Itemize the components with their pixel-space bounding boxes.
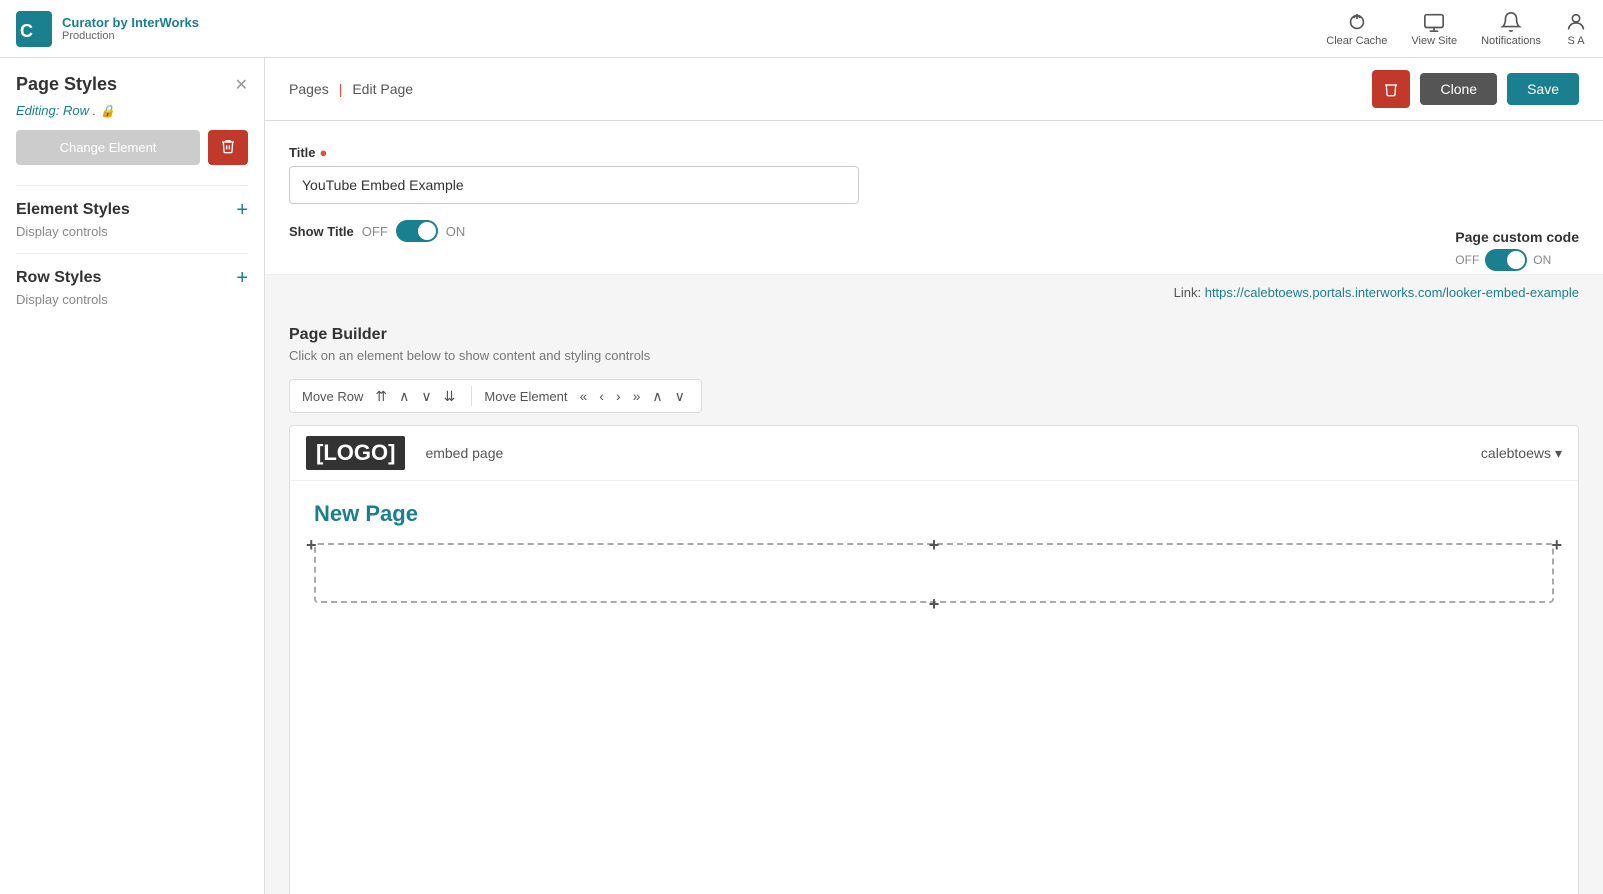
view-site-button[interactable]: View Site bbox=[1411, 11, 1457, 47]
page-link-row: Link: https://calebtoews.portals.interwo… bbox=[265, 275, 1603, 310]
custom-code-toggle[interactable] bbox=[1485, 249, 1527, 271]
title-row: Title ● bbox=[289, 145, 1579, 204]
element-styles-section: Element Styles + Display controls bbox=[16, 185, 248, 239]
sidebar-delete-button[interactable] bbox=[208, 130, 248, 165]
toolbar-separator bbox=[471, 386, 472, 406]
plus-top-left[interactable]: + bbox=[306, 535, 317, 556]
show-title-toggle[interactable] bbox=[396, 220, 438, 242]
curator-logo-icon: C bbox=[16, 11, 52, 47]
row-styles-section: Row Styles + Display controls bbox=[16, 253, 248, 307]
logo-area: C Curator by InterWorks Production bbox=[16, 11, 199, 47]
plus-bottom-middle[interactable]: + bbox=[929, 594, 940, 615]
move-element-label: Move Element bbox=[484, 389, 567, 404]
preview-area: [LOGO] embed page calebtoews ▾ New Page … bbox=[289, 425, 1579, 894]
custom-code-toggle-row: OFF ON bbox=[1455, 249, 1579, 271]
preview-logo: [LOGO] bbox=[306, 436, 405, 470]
delete-page-icon bbox=[1383, 81, 1399, 97]
sidebar: Page Styles ✕ Editing: Row . 🔒 Change El… bbox=[0, 58, 265, 894]
user-button[interactable]: S A bbox=[1565, 11, 1587, 47]
show-title-row: Show Title OFF ON bbox=[289, 220, 1579, 242]
toggle-off-label: OFF bbox=[362, 224, 388, 239]
sidebar-title: Page Styles bbox=[16, 74, 117, 95]
clear-cache-button[interactable]: Clear Cache bbox=[1326, 11, 1387, 47]
title-label: Title ● bbox=[289, 145, 1579, 160]
edit-page-header: Pages | Edit Page Clone Save bbox=[265, 58, 1603, 121]
editing-label: Editing: Row . 🔒 bbox=[16, 103, 248, 118]
title-input[interactable] bbox=[289, 166, 859, 204]
preview-nav: [LOGO] embed page calebtoews ▾ bbox=[290, 426, 1578, 481]
page-builder-section: Page Builder Click on an element below t… bbox=[265, 310, 1603, 894]
toggle-on-label: ON bbox=[446, 224, 466, 239]
element-styles-sub: Display controls bbox=[16, 224, 248, 239]
delete-page-button[interactable] bbox=[1372, 70, 1410, 108]
required-dot: ● bbox=[320, 145, 328, 160]
sidebar-header: Page Styles ✕ bbox=[16, 74, 248, 95]
move-row-last-button[interactable]: ⇊ bbox=[440, 387, 460, 405]
page-custom-code-area: Page custom code OFF ON bbox=[1455, 229, 1579, 271]
empty-row[interactable]: + + + + bbox=[314, 543, 1554, 603]
move-element-prev-button[interactable]: ‹ bbox=[595, 387, 608, 405]
bell-icon bbox=[1500, 11, 1522, 33]
plus-top-middle[interactable]: + bbox=[929, 535, 940, 556]
change-element-area: Change Element bbox=[16, 130, 248, 165]
lock-icon: 🔒 bbox=[100, 104, 115, 118]
show-title-label: Show Title bbox=[289, 224, 354, 239]
clear-cache-icon bbox=[1346, 11, 1368, 33]
custom-code-title: Page custom code bbox=[1455, 229, 1579, 245]
move-element-first-button[interactable]: « bbox=[575, 387, 591, 405]
notifications-button[interactable]: Notifications bbox=[1481, 11, 1541, 47]
page-builder-sub: Click on an element below to show conten… bbox=[289, 348, 1579, 363]
element-styles-add-button[interactable]: + bbox=[236, 200, 248, 220]
row-styles-sub: Display controls bbox=[16, 292, 248, 307]
row-styles-add-button[interactable]: + bbox=[236, 268, 248, 288]
move-element-next-button[interactable]: › bbox=[612, 387, 625, 405]
move-element-last-button[interactable]: » bbox=[629, 387, 645, 405]
row-styles-header: Row Styles + bbox=[16, 268, 248, 288]
move-row-up-button[interactable]: ∧ bbox=[395, 387, 413, 405]
page-actions: Clone Save bbox=[1372, 70, 1579, 108]
app-name: Curator by InterWorks bbox=[62, 15, 199, 31]
move-row-first-button[interactable]: ⇈ bbox=[371, 387, 391, 405]
user-icon bbox=[1565, 11, 1587, 33]
page-link[interactable]: https://calebtoews.portals.interworks.co… bbox=[1205, 285, 1579, 300]
link-label: Link: bbox=[1174, 285, 1201, 300]
element-styles-title: Element Styles bbox=[16, 201, 130, 219]
main-content: Pages | Edit Page Clone Save Title bbox=[265, 58, 1603, 894]
preview-user: calebtoews ▾ bbox=[1481, 445, 1562, 462]
page-form: Title ● Show Title OFF ON bbox=[265, 121, 1603, 275]
preview-nav-link[interactable]: embed page bbox=[425, 445, 503, 461]
move-element-down-button[interactable]: ∨ bbox=[671, 387, 689, 405]
preview-page-title: New Page bbox=[314, 501, 1554, 527]
custom-code-off-label: OFF bbox=[1455, 253, 1479, 267]
builder-toolbar: Move Row ⇈ ∧ ∨ ⇊ Move Element « ‹ › » ∧ … bbox=[289, 379, 702, 413]
save-button[interactable]: Save bbox=[1507, 73, 1579, 105]
svg-text:C: C bbox=[20, 21, 33, 41]
top-nav: C Curator by InterWorks Production Clear… bbox=[0, 0, 1603, 58]
pages-link[interactable]: Pages bbox=[289, 81, 329, 97]
plus-top-right[interactable]: + bbox=[1551, 535, 1562, 556]
page-form-wrapper: Title ● Show Title OFF ON Page bbox=[265, 121, 1603, 275]
change-element-button[interactable]: Change Element bbox=[16, 130, 200, 165]
app-env: Production bbox=[62, 30, 199, 42]
move-row-label: Move Row bbox=[302, 389, 363, 404]
move-element-up-button[interactable]: ∧ bbox=[648, 387, 666, 405]
element-styles-header: Element Styles + bbox=[16, 200, 248, 220]
preview-content: New Page + + + + bbox=[290, 481, 1578, 643]
custom-code-on-label: ON bbox=[1533, 253, 1551, 267]
trash-icon bbox=[220, 138, 236, 154]
monitor-icon bbox=[1423, 11, 1445, 33]
move-row-down-button[interactable]: ∨ bbox=[417, 387, 435, 405]
edit-page-label: Edit Page bbox=[352, 81, 413, 97]
pages-divider: | bbox=[339, 81, 343, 97]
clone-button[interactable]: Clone bbox=[1420, 73, 1497, 105]
sidebar-close-button[interactable]: ✕ bbox=[235, 75, 248, 95]
row-styles-title: Row Styles bbox=[16, 269, 101, 287]
main-layout: Page Styles ✕ Editing: Row . 🔒 Change El… bbox=[0, 58, 1603, 894]
page-builder-title: Page Builder bbox=[289, 326, 1579, 344]
nav-right: Clear Cache View Site Notifications S A bbox=[1326, 11, 1587, 47]
